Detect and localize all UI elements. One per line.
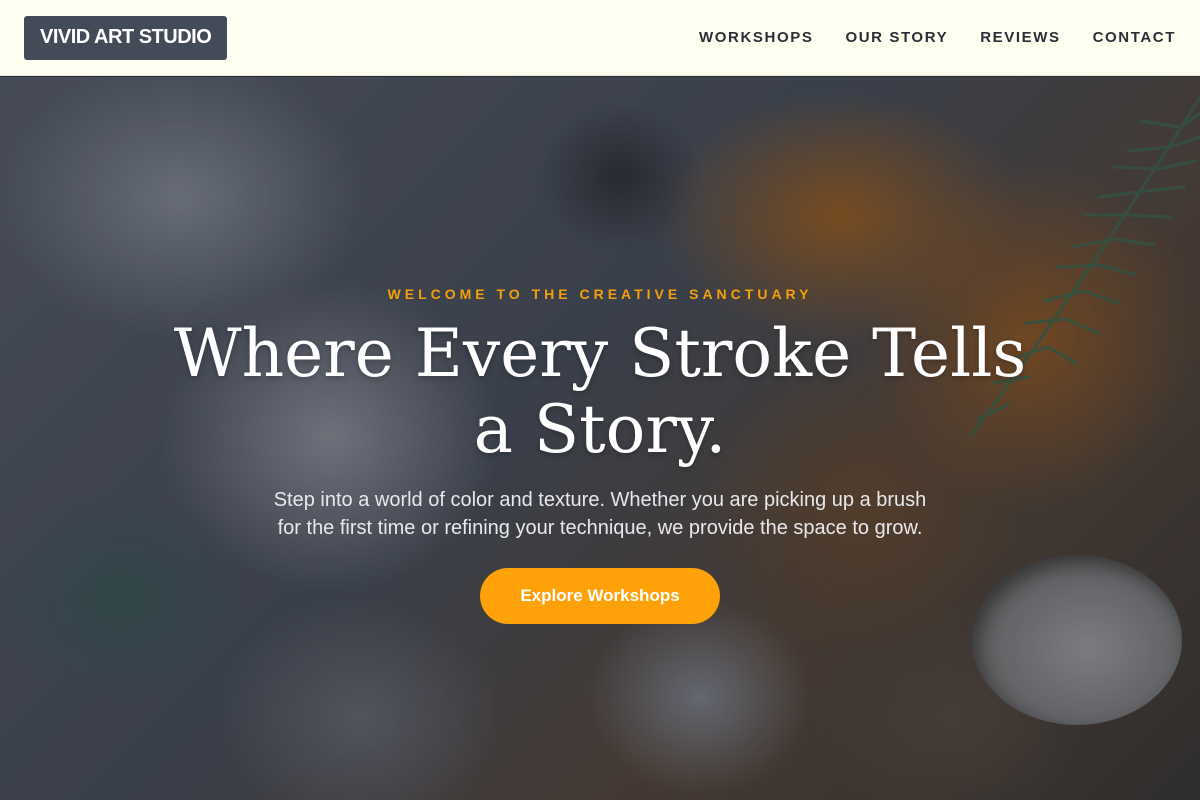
- nav-link-contact[interactable]: CONTACT: [1093, 29, 1176, 46]
- hero-subtext: Step into a world of color and texture. …: [273, 489, 927, 539]
- hero-section: WELCOME TO THE CREATIVE SANCTUARY Where …: [0, 77, 1200, 800]
- explore-workshops-button[interactable]: Explore Workshops: [480, 568, 720, 624]
- nav-link-our-story[interactable]: OUR STORY: [845, 29, 948, 46]
- hero-headline: Where Every Stroke Tells a Story.: [173, 315, 1027, 468]
- site-logo[interactable]: VIVID ART STUDIO: [24, 15, 228, 60]
- site-header: VIVID ART STUDIO WORKSHOPS OUR STORY REV…: [0, 0, 1200, 76]
- main-nav: WORKSHOPS OUR STORY REVIEWS CONTACT: [699, 29, 1176, 46]
- nav-link-workshops[interactable]: WORKSHOPS: [699, 29, 813, 46]
- nav-link-reviews[interactable]: REVIEWS: [980, 29, 1060, 46]
- hero-eyebrow: WELCOME TO THE CREATIVE SANCTUARY: [387, 286, 813, 302]
- hero-content: WELCOME TO THE CREATIVE SANCTUARY Where …: [0, 77, 1200, 800]
